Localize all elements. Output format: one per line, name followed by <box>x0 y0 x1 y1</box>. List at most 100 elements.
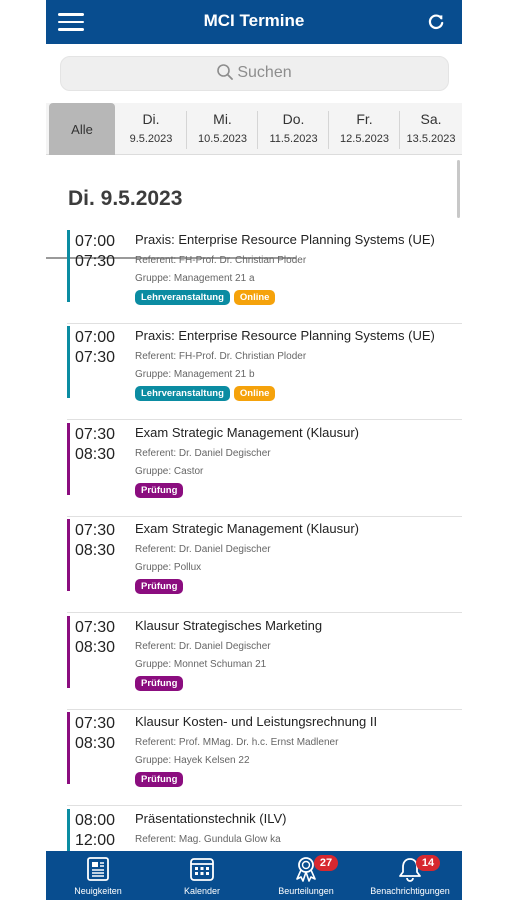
notification-badge: 14 <box>416 855 440 871</box>
nav-label: Kalender <box>183 886 221 896</box>
event-referent: Referent: Dr. Daniel Degischer <box>135 641 271 652</box>
event-referent: Referent: FH-Prof. Dr. Christian Ploder <box>135 351 307 362</box>
event-category-bar <box>67 423 70 495</box>
app-title: MCI Termine <box>203 11 305 30</box>
event-title: Exam Strategic Management (Klausur) <box>135 521 359 536</box>
tab-day[interactable]: Di. 9.5.2023 <box>115 103 187 155</box>
event-end-time: 08:30 <box>75 735 116 752</box>
event-item[interactable]: 07:30 08:30 Klausur Strategisches Marketin… <box>67 613 462 710</box>
day-tab-bar: Alle Di. 9.5.2023 Mi. 10.5.2023 Do. 11.5… <box>46 103 462 259</box>
tab-day-date: 11.5.2023 <box>269 133 318 145</box>
event-tag-badge: Lehrveranstaltung <box>135 290 230 305</box>
event-tags: Lehrveranstaltung Online <box>135 386 279 404</box>
event-tags: Prüfung <box>135 772 187 790</box>
event-group: Gruppe: Hayek Kelsen 22 <box>135 755 250 766</box>
event-end-time: 07:30 <box>75 253 116 270</box>
event-group: Gruppe: Monnet Schuman 21 <box>135 659 267 670</box>
event-tags: Lehrveranstaltung Online <box>135 290 279 308</box>
nav-beurteilungen[interactable]: 27 Beurteilungen <box>254 851 358 900</box>
refresh-icon[interactable] <box>426 12 446 32</box>
event-start-time: 07:30 <box>75 426 116 443</box>
event-end-time: 08:30 <box>75 446 116 463</box>
event-item[interactable]: 07:30 08:30 Klausur Kosten- und Leistungsr… <box>67 709 462 806</box>
event-tag-badge: Lehrveranstaltung <box>135 386 230 401</box>
event-category-bar <box>67 712 70 784</box>
event-item[interactable]: 07:30 08:30 Exam Strategic Management (Kla… <box>67 420 462 517</box>
event-tags: Prüfung <box>135 676 187 694</box>
tab-day-date: 13.5.2023 <box>406 133 456 145</box>
event-title: Praxis: Enterprise Resource Planning Sys… <box>135 232 435 247</box>
tab-day-date: 10.5.2023 <box>198 133 247 145</box>
notification-badge: 27 <box>314 855 338 871</box>
tab-day[interactable]: Sa. 13.5.2023 <box>400 103 462 155</box>
nav-label: Beurteilungen <box>278 886 334 896</box>
event-title: Präsentationstechnik (ILV) <box>135 811 287 826</box>
event-referent: Referent: Dr. Daniel Degischer <box>135 448 271 459</box>
event-tag-badge: Prüfung <box>135 483 184 498</box>
event-start-time: 08:00 <box>75 812 116 829</box>
tab-all-label: Alle <box>71 122 93 137</box>
event-category-bar <box>67 616 70 688</box>
event-tag-badge: Online <box>233 386 276 401</box>
event-title: Klausur Strategisches Marketing <box>135 618 323 633</box>
event-tag-badge: Online <box>233 290 276 305</box>
app-frame: MCI Termine Suchen Alle Di. 9.5.2023 Mi.… <box>46 0 462 900</box>
nav-neuigkeiten[interactable]: Neuigkeiten <box>46 851 150 900</box>
event-start-time: 07:30 <box>75 522 116 539</box>
app-bar: MCI Termine <box>46 0 462 44</box>
tab-day-name: Sa. <box>420 111 442 127</box>
event-referent: Referent: FH-Prof. Dr. Christian Ploder <box>135 255 307 266</box>
event-group: Gruppe: Castor <box>135 466 204 477</box>
event-category-bar <box>67 326 70 398</box>
event-end-time: 08:30 <box>75 542 116 559</box>
event-start-time: 07:00 <box>75 329 116 346</box>
tab-day[interactable]: Fr. 12.5.2023 <box>329 103 400 155</box>
tab-day-date: 12.5.2023 <box>340 133 389 145</box>
tab-day-name: Fr. <box>356 111 373 127</box>
event-tag-badge: Prüfung <box>135 676 184 691</box>
search-placeholder: Suchen <box>237 64 292 81</box>
event-item[interactable]: 07:00 07:30 Praxis: Enterprise Resource Pl… <box>67 227 462 324</box>
event-tags: Prüfung <box>135 483 187 501</box>
event-end-time: 12:00 <box>75 832 116 849</box>
tab-day-name: Do. <box>282 111 305 127</box>
nav-kalender[interactable]: Kalender <box>150 851 254 900</box>
nav-benachrichtigungen[interactable]: 14 Benachrichtigungen <box>358 851 462 900</box>
event-tags: Prüfung <box>135 579 187 597</box>
event-referent: Referent: Mag. Gundula Glow ka <box>135 834 281 845</box>
tab-day[interactable]: Do. 11.5.2023 <box>258 103 329 155</box>
event-end-time: 07:30 <box>75 349 116 366</box>
event-group: Gruppe: Management 21 a <box>135 273 255 284</box>
event-referent: Referent: Dr. Daniel Degischer <box>135 544 271 555</box>
calendar-icon <box>190 858 214 881</box>
tab-all[interactable]: Alle <box>49 103 115 155</box>
event-category-bar <box>67 519 70 591</box>
bottom-navigation: Neuigkeiten Kalender 27 Beurteilungen 14… <box>46 851 462 900</box>
event-group: Gruppe: Pollux <box>135 562 202 573</box>
event-category-bar <box>67 230 70 302</box>
event-start-time: 07:30 <box>75 619 116 636</box>
newspaper-icon <box>87 857 109 881</box>
tab-day[interactable]: Mi. 10.5.2023 <box>187 103 258 155</box>
event-start-time: 07:30 <box>75 715 116 732</box>
nav-label: Neuigkeiten <box>74 886 122 896</box>
event-item[interactable]: 07:00 07:30 Praxis: Enterprise Resource Pl… <box>67 323 462 420</box>
event-end-time: 08:30 <box>75 639 116 656</box>
tab-day-name: Di. <box>142 111 160 127</box>
tab-day-date: 9.5.2023 <box>129 133 173 145</box>
search-input[interactable]: Suchen <box>60 56 449 91</box>
event-item[interactable]: 07:30 08:30 Exam Strategic Management (Kla… <box>67 516 462 613</box>
event-tag-badge: Prüfung <box>135 579 184 594</box>
event-referent: Referent: Prof. MMag. Dr. h.c. Ernst Mad… <box>135 737 339 748</box>
event-title: Exam Strategic Management (Klausur) <box>135 425 359 440</box>
event-group: Gruppe: Management 21 b <box>135 369 255 380</box>
nav-label: Benachrichtigungen <box>370 886 450 896</box>
event-start-time: 07:00 <box>75 233 116 250</box>
day-heading: Di. 9.5.2023 <box>68 187 183 210</box>
event-title: Praxis: Enterprise Resource Planning Sys… <box>135 328 435 343</box>
event-title: Klausur Kosten- und Leistungsrechnung II <box>135 714 378 729</box>
search-icon <box>217 64 234 80</box>
event-tag-badge: Prüfung <box>135 772 184 787</box>
tab-day-name: Mi. <box>213 111 232 127</box>
scrollbar[interactable] <box>457 160 460 218</box>
